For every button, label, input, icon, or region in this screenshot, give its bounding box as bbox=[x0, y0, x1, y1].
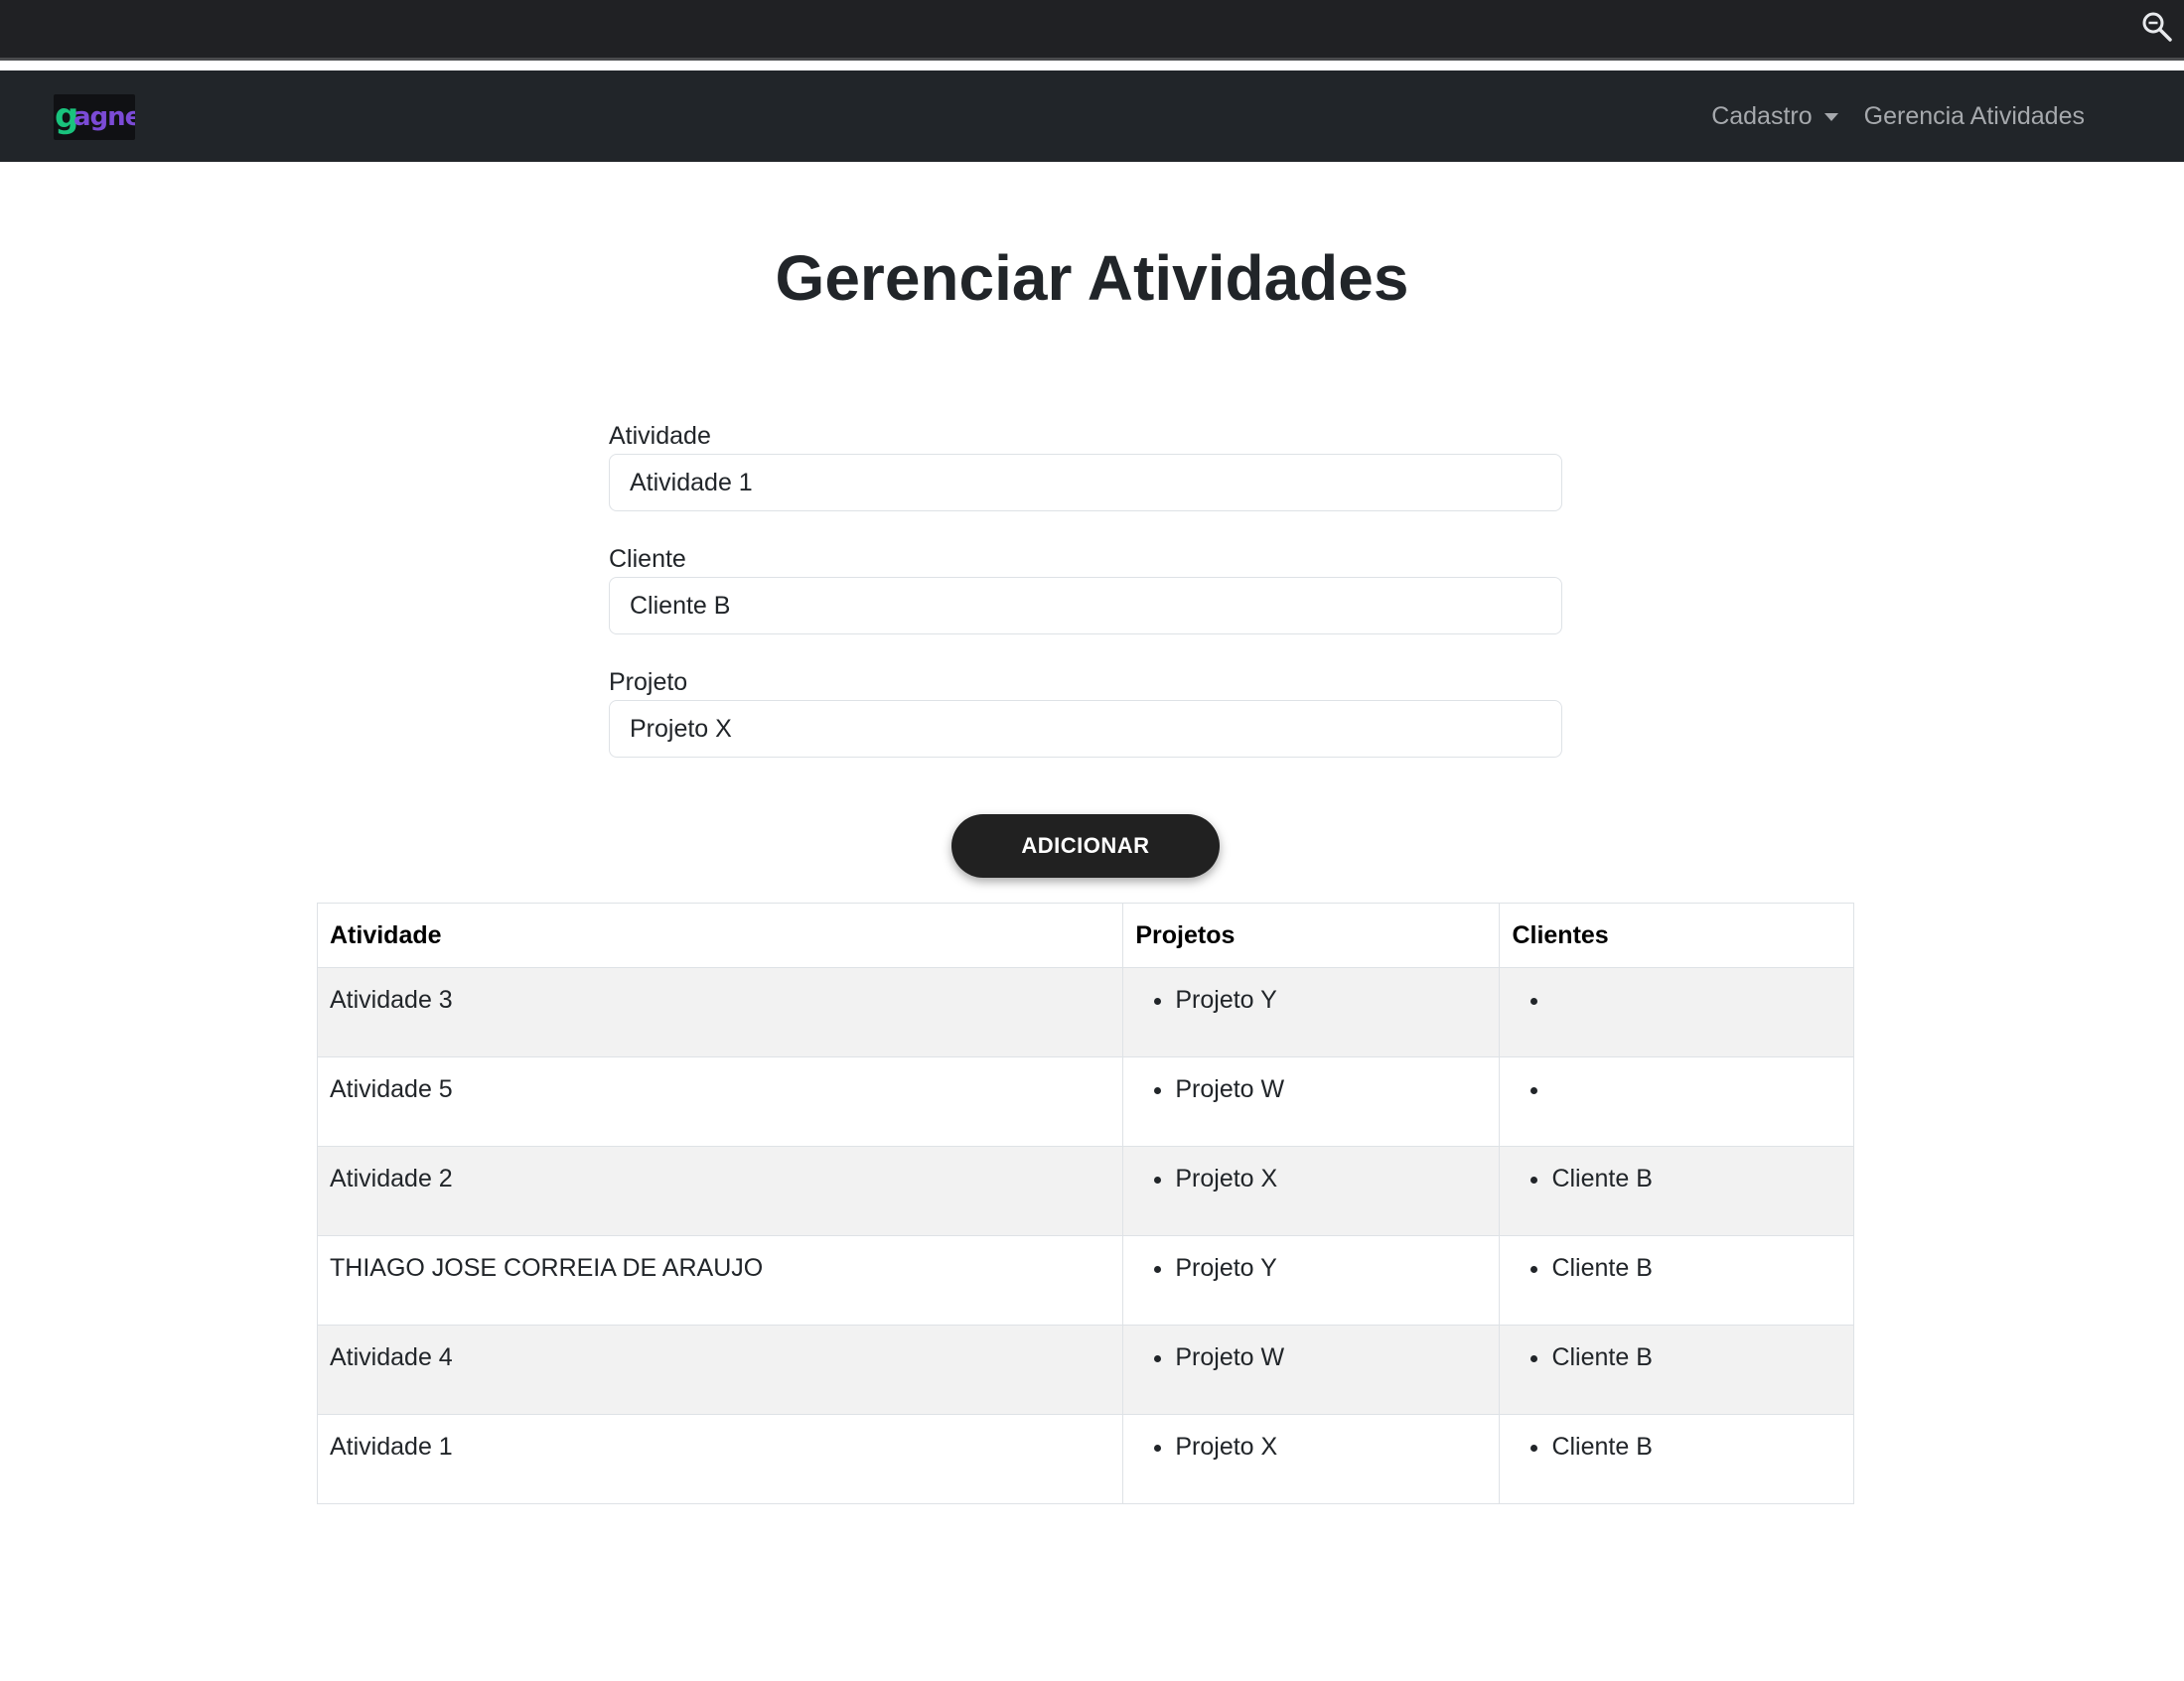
cell-projetos: Projeto Y bbox=[1122, 1235, 1501, 1326]
projeto-label: Projeto bbox=[609, 668, 688, 696]
cell-atividade: THIAGO JOSE CORREIA DE ARAUJO bbox=[316, 1235, 1124, 1326]
activity-form: Atividade Cliente Projeto bbox=[609, 419, 1562, 788]
table-row: THIAGO JOSE CORREIA DE ARAUJO Projeto Y … bbox=[316, 1235, 1854, 1326]
cell-clientes: Cliente B bbox=[1499, 1235, 1854, 1326]
nav-cadastro-dropdown[interactable]: Cadastro bbox=[1711, 101, 1838, 131]
adicionar-button[interactable]: ADICIONAR bbox=[951, 814, 1220, 878]
nav-gerencia-atividades[interactable]: Gerencia Atividades bbox=[1864, 102, 2085, 131]
cell-atividade: Atividade 2 bbox=[316, 1146, 1124, 1236]
list-item: Projeto W bbox=[1175, 1075, 1487, 1105]
table-row: Atividade 4 Projeto W Cliente B bbox=[316, 1325, 1854, 1415]
cell-atividade: Atividade 4 bbox=[316, 1325, 1124, 1415]
list-item: Cliente B bbox=[1551, 1165, 1841, 1194]
cell-clientes: Cliente B bbox=[1499, 1146, 1854, 1236]
cell-atividade: Atividade 3 bbox=[316, 967, 1124, 1057]
cell-clientes bbox=[1499, 1056, 1854, 1147]
projeto-group: Projeto bbox=[609, 665, 1562, 765]
svg-text:agnes: agnes bbox=[73, 102, 135, 132]
list-item: Projeto W bbox=[1175, 1343, 1487, 1373]
activities-table: Atividade Projetos Clientes Atividade 3 … bbox=[316, 903, 1854, 1504]
table-row: Atividade 1 Projeto X Cliente B bbox=[316, 1414, 1854, 1504]
cliente-group: Cliente bbox=[609, 542, 1562, 641]
cell-clientes: Cliente B bbox=[1499, 1414, 1854, 1504]
nav-cadastro-label: Cadastro bbox=[1711, 101, 1813, 130]
list-item bbox=[1551, 1075, 1841, 1105]
cell-atividade: Atividade 5 bbox=[316, 1056, 1124, 1147]
cell-atividade: Atividade 1 bbox=[316, 1414, 1124, 1504]
list-item: Projeto X bbox=[1175, 1165, 1487, 1194]
browser-top-bar bbox=[0, 0, 2184, 61]
cliente-input[interactable] bbox=[609, 577, 1562, 634]
agnes-logo-graphic: g agnes bbox=[55, 96, 135, 136]
atividade-input[interactable] bbox=[609, 454, 1562, 511]
list-item: Cliente B bbox=[1551, 1433, 1841, 1463]
cell-clientes: Cliente B bbox=[1499, 1325, 1854, 1415]
nav-links: Cadastro Gerencia Atividades bbox=[1711, 70, 2085, 162]
cell-projetos: Projeto Y bbox=[1122, 967, 1501, 1057]
list-item: Cliente B bbox=[1551, 1254, 1841, 1284]
cell-projetos: Projeto X bbox=[1122, 1146, 1501, 1236]
caret-down-icon bbox=[1823, 113, 1838, 121]
atividade-group: Atividade bbox=[609, 419, 1562, 518]
cell-clientes bbox=[1499, 967, 1854, 1057]
header-projetos: Projetos bbox=[1122, 903, 1501, 968]
table-header-row: Atividade Projetos Clientes bbox=[316, 903, 1854, 968]
cell-projetos: Projeto W bbox=[1122, 1056, 1501, 1147]
table-row: Atividade 2 Projeto X Cliente B bbox=[316, 1146, 1854, 1236]
list-item: Projeto Y bbox=[1175, 1254, 1487, 1284]
cell-projetos: Projeto W bbox=[1122, 1325, 1501, 1415]
list-item: Projeto Y bbox=[1175, 986, 1487, 1016]
cliente-label: Cliente bbox=[609, 545, 686, 573]
nav-gerencia-label: Gerencia Atividades bbox=[1863, 101, 2085, 130]
page-title: Gerenciar Atividades bbox=[775, 242, 1409, 314]
list-item: Cliente B bbox=[1551, 1343, 1841, 1373]
atividade-label: Atividade bbox=[609, 422, 711, 450]
main-navbar: g agnes Cadastro Gerencia Atividades bbox=[0, 70, 2184, 162]
projeto-input[interactable] bbox=[609, 700, 1562, 758]
magnifier-zoom-icon[interactable] bbox=[2140, 10, 2174, 44]
cell-projetos: Projeto X bbox=[1122, 1414, 1501, 1504]
header-clientes: Clientes bbox=[1499, 903, 1854, 968]
table-row: Atividade 3 Projeto Y bbox=[316, 967, 1854, 1057]
list-item bbox=[1551, 986, 1841, 1016]
brand-logo[interactable]: g agnes bbox=[54, 94, 135, 140]
table-row: Atividade 5 Projeto W bbox=[316, 1056, 1854, 1147]
header-atividade: Atividade bbox=[316, 903, 1124, 968]
list-item: Projeto X bbox=[1175, 1433, 1487, 1463]
